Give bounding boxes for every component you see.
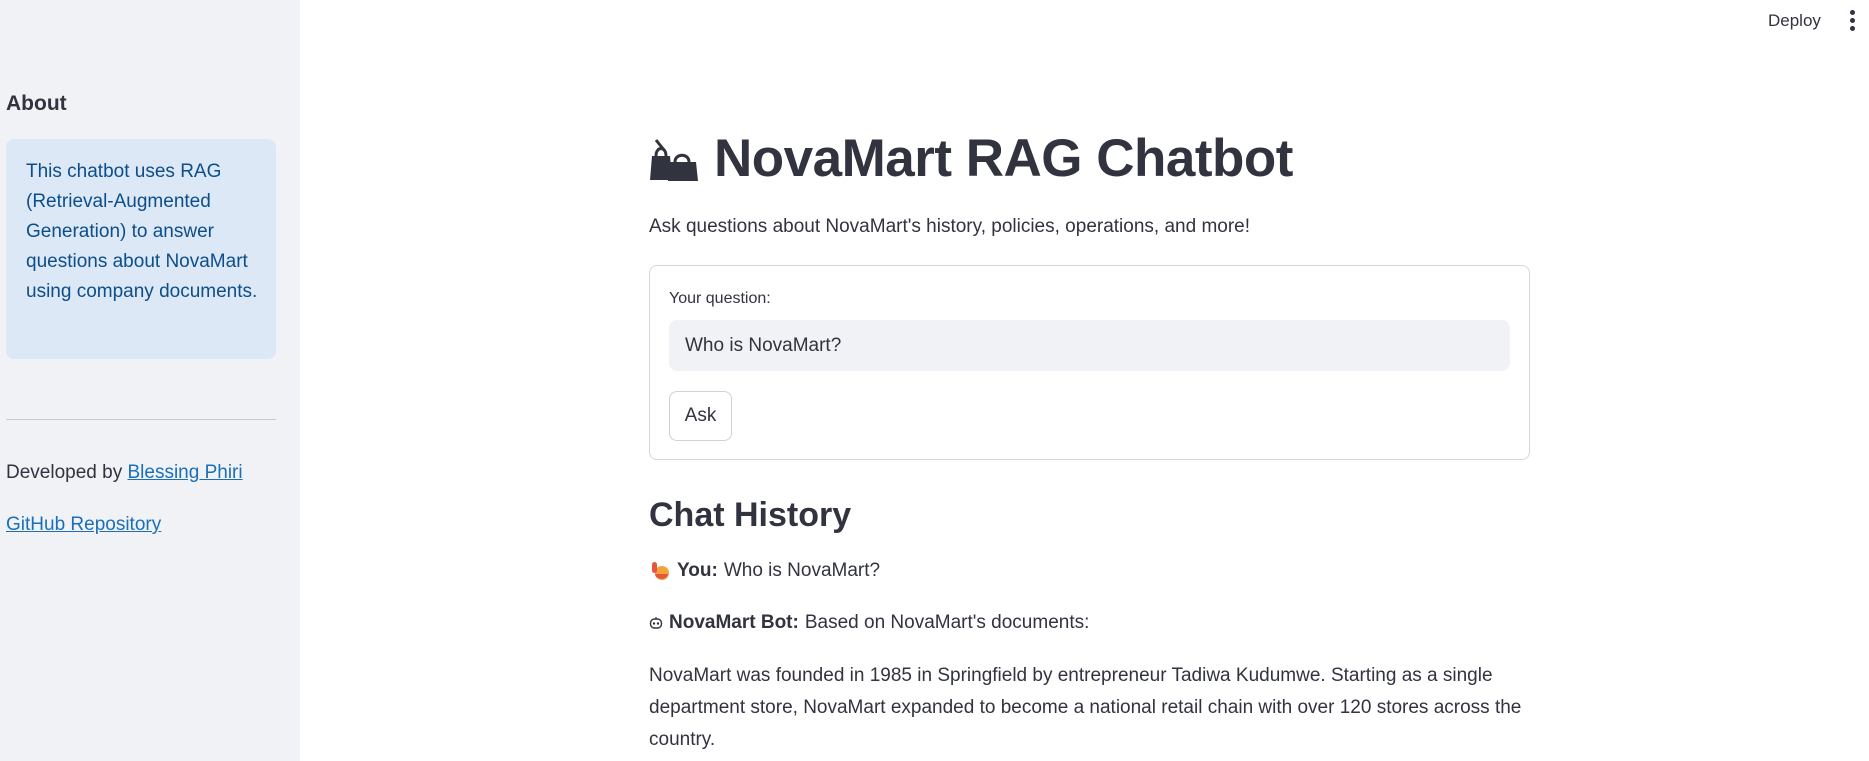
robot-icon [649,617,663,629]
page-title: NovaMart RAG Chatbot [648,128,1293,189]
question-input[interactable] [669,320,1510,371]
question-label: Your question: [669,290,771,307]
sidebar-heading: About [6,92,67,115]
raising-hand-icon [652,562,669,580]
user-message: You: Who is NovaMart? [649,560,880,582]
bot-answer-text: NovaMart was founded in 1985 in Springfi… [649,665,1522,750]
user-message-text: Who is NovaMart? [723,560,881,581]
page-subtitle: Ask questions about NovaMart's history, … [649,216,1251,237]
user-label: You: [677,560,718,581]
vertical-ellipsis-icon[interactable] [1845,10,1859,32]
about-info-box: This chatbot uses RAG (Retrieval-Augment… [6,139,276,359]
sidebar-divider [6,419,276,420]
deploy-button[interactable]: Deploy [1760,9,1829,33]
developed-by-prefix: Developed by [6,462,123,483]
github-repository-link[interactable]: GitHub Repository [6,514,161,535]
chat-history-heading: Chat History [649,496,852,534]
repo-line: GitHub Repository [6,514,161,536]
developed-by-line: Developed by Blessing Phiri [6,462,243,484]
bot-label: NovaMart Bot: [669,612,799,633]
app-root: About This chatbot uses RAG (Retrieval-A… [0,0,1869,761]
shopping-bags-icon [650,138,698,181]
developer-link[interactable]: Blessing Phiri [127,462,242,483]
sidebar: About This chatbot uses RAG (Retrieval-A… [0,0,300,761]
ask-button[interactable]: Ask [669,391,732,441]
page-title-text: NovaMart RAG Chatbot [714,129,1293,188]
bot-message: NovaMart Bot: Based on NovaMart's docume… [649,612,1089,634]
question-form: Your question: Ask [649,265,1530,460]
bot-message-text: Based on NovaMart's documents: [804,612,1090,633]
